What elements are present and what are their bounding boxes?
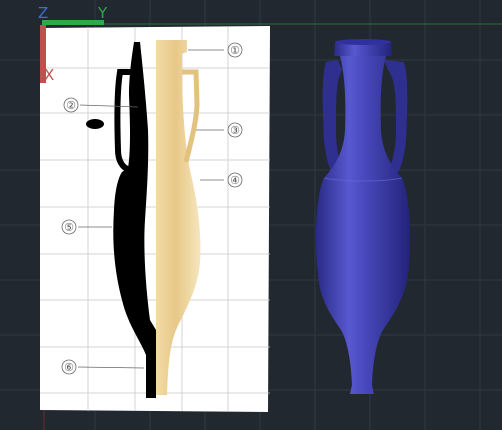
ucs-y-label: Y <box>97 4 108 22</box>
cad-viewport[interactable]: ① ② ③ ④ ⑤ ⑥ Z Y X <box>0 0 502 430</box>
ucs-x-label: X <box>44 66 54 84</box>
callout-2-label: ② <box>66 99 76 112</box>
callout-4-label: ④ <box>230 174 240 187</box>
amphora-3d-model[interactable] <box>316 39 410 394</box>
reference-image[interactable]: ① ② ③ ④ ⑤ ⑥ <box>40 26 270 412</box>
ucs-y-axis-bar <box>42 20 104 25</box>
ucs-z-label: Z <box>38 4 48 22</box>
callout-5-label: ⑤ <box>64 221 74 234</box>
callout-1-label: ① <box>230 44 240 57</box>
callout-6-label: ⑥ <box>64 361 74 374</box>
callout-3-label: ③ <box>230 124 240 137</box>
